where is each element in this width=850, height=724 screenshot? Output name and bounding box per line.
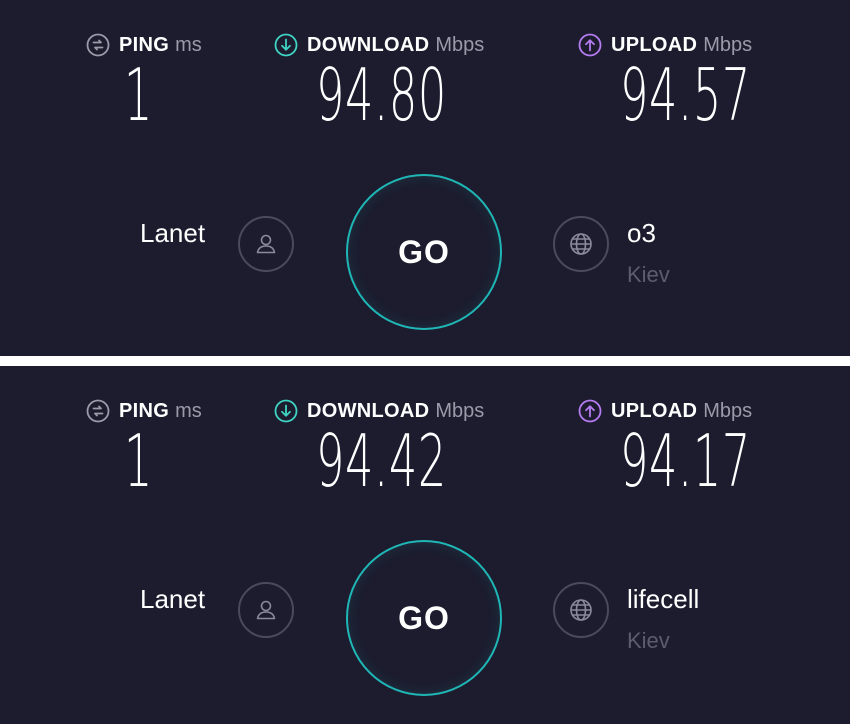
download-icon — [274, 399, 298, 423]
ping-unit: ms — [175, 399, 202, 422]
globe-icon — [568, 231, 594, 257]
user-icon — [253, 597, 279, 623]
user-icon — [253, 231, 279, 257]
upload-icon — [578, 399, 602, 423]
isp-name: Lanet — [140, 584, 206, 614]
upload-value: 94.57 — [620, 53, 751, 137]
server-location: Kiev — [627, 262, 670, 287]
upload-icon — [578, 33, 602, 57]
upload-value: 94.17 — [620, 419, 751, 503]
speedtest-panel-1: PING ms 1 DOWNLOAD Mbps 94.80 UPLOAD Mbp… — [0, 0, 850, 356]
server-location: Kiev — [627, 628, 670, 653]
ping-value: 1 — [124, 53, 154, 137]
server-name: lifecell — [627, 584, 700, 614]
change-isp-button[interactable] — [238, 216, 294, 272]
go-label: GO — [398, 233, 450, 270]
go-label: GO — [398, 599, 450, 636]
change-server-button[interactable] — [553, 216, 609, 272]
server-name: o3 — [627, 218, 656, 248]
go-button[interactable]: GO — [346, 540, 502, 696]
speedtest-panel-2: PING ms 1 DOWNLOAD Mbps 94.42 UPLOAD Mbp… — [0, 366, 850, 724]
ping-icon — [86, 399, 110, 423]
download-value: 94.80 — [316, 53, 447, 137]
change-server-button[interactable] — [553, 582, 609, 638]
globe-icon — [568, 597, 594, 623]
download-icon — [274, 33, 298, 57]
isp-name: Lanet — [140, 218, 206, 248]
go-button[interactable]: GO — [346, 174, 502, 330]
download-value: 94.42 — [316, 419, 447, 503]
ping-value: 1 — [124, 419, 154, 503]
change-isp-button[interactable] — [238, 582, 294, 638]
ping-icon — [86, 33, 110, 57]
ping-unit: ms — [175, 33, 202, 56]
